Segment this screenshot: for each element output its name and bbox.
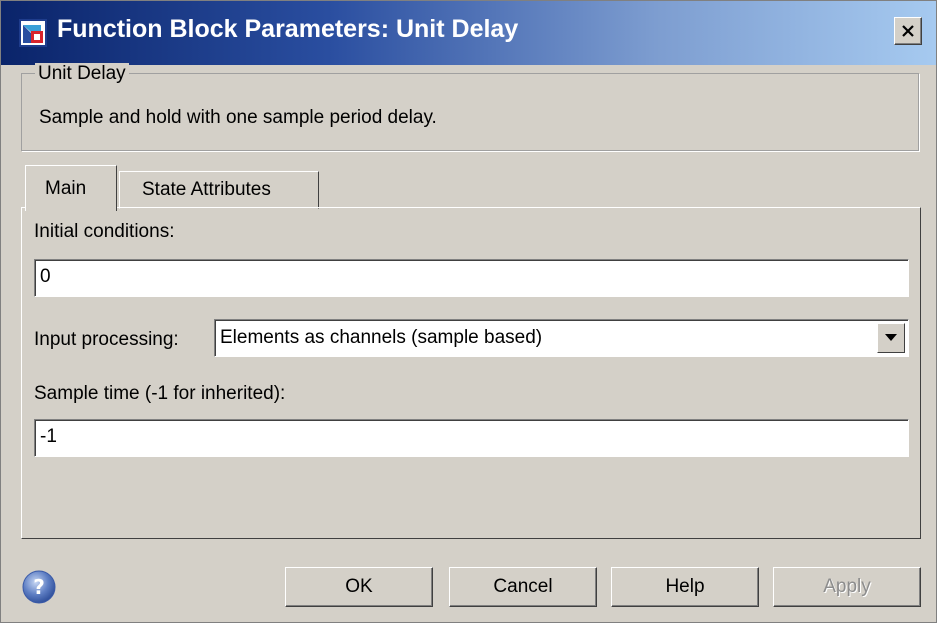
dropdown-arrow-icon <box>885 334 897 341</box>
help-button[interactable]: Help <box>611 567 759 607</box>
svg-text:?: ? <box>33 575 45 599</box>
input-processing-value: Elements as channels (sample based) <box>220 327 543 348</box>
close-icon <box>902 25 914 37</box>
input-processing-label: Input processing: <box>34 329 179 350</box>
input-processing-select[interactable]: Elements as channels (sample based) <box>214 319 909 357</box>
initial-conditions-label: Initial conditions: <box>34 221 175 242</box>
tab-main[interactable]: Main <box>25 165 117 211</box>
help-question-icon[interactable]: ? <box>21 569 57 605</box>
initial-conditions-input[interactable]: 0 <box>34 259 909 297</box>
ok-button[interactable]: OK <box>285 567 433 607</box>
block-description: Sample and hold with one sample period d… <box>39 107 437 128</box>
dialog-window: Function Block Parameters: Unit Delay Un… <box>0 0 937 623</box>
dropdown-arrow-button[interactable] <box>877 323 905 353</box>
tab-state-attributes[interactable]: State Attributes <box>119 171 319 209</box>
window-title: Function Block Parameters: Unit Delay <box>57 15 519 43</box>
sample-time-label: Sample time (-1 for inherited): <box>34 383 286 404</box>
cancel-button[interactable]: Cancel <box>449 567 597 607</box>
group-label: Unit Delay <box>35 63 129 85</box>
simulink-block-icon <box>19 19 47 47</box>
close-button[interactable] <box>894 17 922 45</box>
tab-state-attributes-label: State Attributes <box>142 179 271 200</box>
apply-button[interactable]: Apply <box>773 567 921 607</box>
sample-time-input[interactable]: -1 <box>34 419 909 457</box>
tab-panel-main <box>21 207 921 539</box>
title-bar[interactable]: Function Block Parameters: Unit Delay <box>1 1 936 65</box>
tab-main-label: Main <box>45 178 87 199</box>
